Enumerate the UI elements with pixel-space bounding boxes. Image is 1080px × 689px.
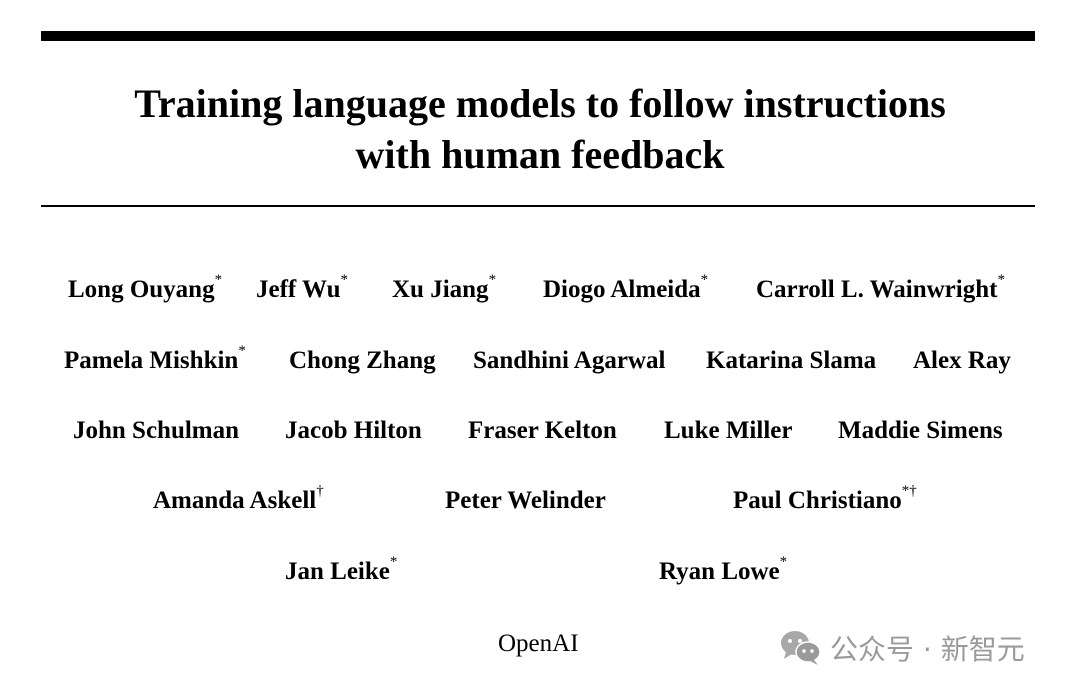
top-rule [41, 31, 1035, 41]
author: Katarina Slama [706, 347, 877, 374]
author: Alex Ray [913, 347, 1011, 374]
title-bottom-rule [41, 205, 1035, 207]
author: Jan Leike* [285, 554, 398, 585]
affiliation-mark: * [238, 343, 246, 359]
affiliation: OpenAI [498, 630, 579, 657]
author: Pamela Mishkin* [64, 343, 246, 374]
author: Jacob Hilton [285, 417, 422, 444]
affiliation-mark: * [389, 554, 398, 570]
author: Ryan Lowe* [659, 554, 788, 585]
affiliation-mark: * [214, 272, 223, 288]
watermark-text: 公众号 · 新智元 [830, 633, 1025, 666]
author: Maddie Simens [838, 417, 1003, 444]
author: Amanda Askell† [153, 483, 324, 514]
author: Long Ouyang* [68, 272, 223, 303]
affiliation-mark: *† [901, 483, 917, 499]
affiliation-mark: * [488, 272, 497, 288]
author: Jeff Wu* [256, 272, 348, 303]
affiliation-mark: * [700, 272, 709, 288]
author: Peter Welinder [445, 487, 606, 514]
wechat-icon [780, 630, 822, 666]
author: Chong Zhang [289, 347, 436, 374]
watermark: 公众号 · 新智元 [780, 628, 1025, 668]
author: Diogo Almeida* [543, 272, 709, 303]
author: John Schulman [73, 417, 240, 444]
affiliation-mark: † [316, 483, 324, 499]
author: Carroll L. Wainwright* [756, 272, 1005, 303]
title-line-2: with human feedback [355, 132, 725, 177]
author: Fraser Kelton [468, 417, 617, 444]
title-line-1: Training language models to follow instr… [134, 81, 946, 126]
author: Xu Jiang* [392, 272, 497, 303]
affiliation-mark: * [997, 272, 1005, 288]
author: Paul Christiano*† [733, 483, 917, 514]
affiliation-mark: * [340, 272, 349, 288]
affiliation-mark: * [779, 554, 788, 570]
paper-title: Training language models to follow instr… [0, 78, 1080, 180]
author: Sandhini Agarwal [473, 347, 666, 374]
author: Luke Miller [664, 417, 793, 444]
